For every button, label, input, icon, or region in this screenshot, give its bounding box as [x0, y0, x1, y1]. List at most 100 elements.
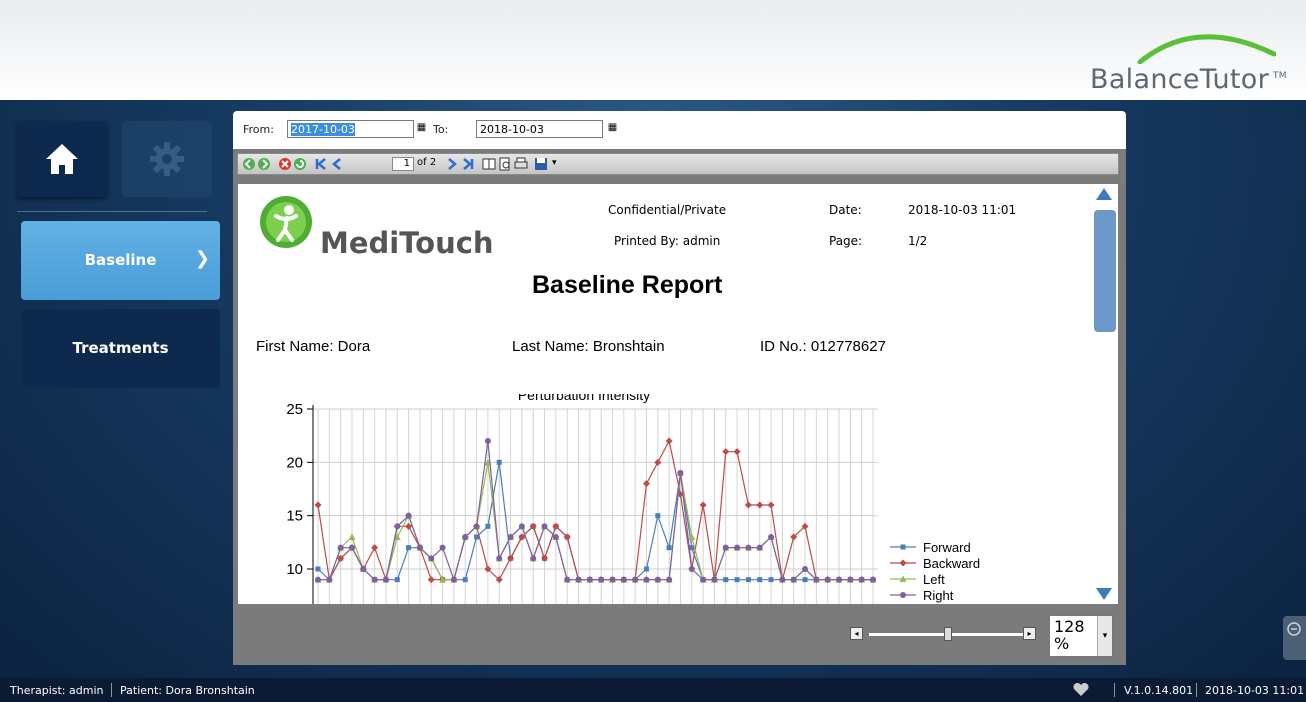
chart-point: [394, 577, 400, 583]
chart-point: [666, 576, 673, 583]
logo-arc-icon: [1137, 34, 1276, 64]
refresh-icon[interactable]: [293, 157, 307, 171]
chart-point: [348, 533, 356, 540]
version-label: V.1.0.14.801: [1124, 684, 1194, 697]
page-label: Page:: [829, 234, 863, 248]
report-scrollbar[interactable]: [1090, 184, 1118, 604]
page-total: of 2: [417, 157, 437, 168]
chart-point: [620, 576, 627, 583]
status-separator: [1196, 683, 1197, 697]
scroll-thumb[interactable]: [1094, 210, 1116, 332]
chart-point: [734, 577, 740, 583]
status-datetime: 2018-10-03 11:01: [1205, 684, 1305, 697]
side-panel-tab[interactable]: [1283, 616, 1306, 660]
print-icon[interactable]: [514, 157, 528, 171]
chart-legend-label: Left: [923, 572, 945, 587]
calendar-icon[interactable]: ▦: [606, 120, 619, 136]
chart-point: [643, 576, 650, 583]
chart-point: [360, 566, 367, 572]
chart-series-line: [317, 462, 873, 581]
sidebar-divider: [17, 211, 207, 212]
chart-point: [371, 576, 378, 583]
status-separator: [1114, 683, 1115, 697]
chart-point: [779, 576, 786, 583]
brand-tm: TM: [1273, 71, 1287, 81]
calendar-icon[interactable]: ▦: [415, 120, 428, 136]
chart-y-tick-label: 15: [286, 508, 303, 525]
chart-point: [699, 501, 707, 509]
zoom-out-button[interactable]: ◂: [850, 627, 863, 640]
home-button[interactable]: [17, 121, 107, 197]
zoom-select[interactable]: 128 % ▾: [1049, 615, 1113, 657]
chart-legend-marker: [900, 592, 906, 598]
to-date-input[interactable]: 2018-10-03: [476, 120, 603, 138]
chart-legend-label: Forward: [923, 540, 971, 555]
page-number-input[interactable]: 1: [392, 157, 414, 171]
chart-point: [870, 576, 876, 583]
chart-point: [541, 523, 548, 530]
zoom-in-button[interactable]: ▸: [1023, 627, 1036, 640]
chart-point: [326, 576, 333, 583]
patient-status: Patient: Dora Bronshtain: [120, 684, 255, 697]
sidebar-item-label: Treatments: [72, 339, 169, 357]
page-layout-icon[interactable]: [482, 157, 496, 171]
settings-button[interactable]: [122, 121, 212, 197]
collapse-icon: [1287, 622, 1301, 636]
chart-point: [744, 501, 752, 509]
header-bar: BalanceTutor TM: [0, 0, 1306, 100]
next-page-icon[interactable]: [445, 157, 459, 171]
chart-point: [315, 566, 321, 572]
chart-point: [371, 544, 379, 552]
chevron-down-icon[interactable]: ▾: [552, 158, 557, 168]
therapist-status: Therapist: admin: [10, 684, 104, 697]
last-page-icon[interactable]: [461, 157, 475, 171]
confidential-label: Confidential/Private: [608, 203, 727, 217]
forward-icon[interactable]: [257, 157, 271, 171]
chart-point: [688, 566, 695, 572]
chart-point: [666, 545, 672, 551]
chart-point: [586, 576, 593, 583]
stop-icon[interactable]: [278, 157, 292, 171]
scroll-up-icon[interactable]: [1096, 188, 1112, 200]
chart-point: [723, 577, 729, 583]
chart-point: [315, 576, 321, 583]
brand-name: BalanceTutor: [1090, 64, 1269, 95]
date-label: Date:: [829, 203, 862, 217]
chart-legend-marker: [900, 544, 906, 550]
report-viewer: 1 of 2 ▾ MediTouch Confidential/Private …: [233, 149, 1126, 665]
to-date-value: 2018-10-03: [480, 123, 544, 136]
chart-point: [677, 470, 684, 476]
brand-logo: BalanceTutor TM: [1090, 64, 1287, 95]
chart-series-line: [318, 462, 873, 581]
chart-point: [609, 576, 616, 583]
save-icon[interactable]: [534, 157, 548, 171]
chart-point: [632, 576, 639, 583]
chart-point: [552, 534, 559, 540]
chart-point: [427, 576, 435, 584]
chevron-down-icon[interactable]: ▾: [1097, 616, 1112, 656]
chart-point: [507, 534, 514, 540]
chart-point: [768, 577, 774, 583]
sidebar-item-treatments[interactable]: Treatments: [21, 309, 220, 388]
chart-point: [858, 576, 865, 583]
chart-point: [745, 577, 751, 583]
chart-legend-marker: [899, 559, 907, 567]
chart-point: [518, 523, 525, 530]
print-preview-icon[interactable]: [498, 157, 512, 171]
prev-page-icon[interactable]: [330, 157, 344, 171]
date-range-bar: From: 2017-10-03 ▦ To: 2018-10-03 ▦: [233, 111, 1126, 149]
from-date-input[interactable]: 2017-10-03: [287, 120, 414, 138]
scroll-down-icon[interactable]: [1096, 588, 1112, 600]
chart-legend-label: Backward: [923, 556, 980, 571]
back-icon[interactable]: [242, 157, 256, 171]
first-page-icon[interactable]: [314, 157, 328, 171]
chart-point: [484, 438, 491, 444]
meditouch-brand: MediTouch: [320, 226, 494, 260]
chart-series-line: [317, 439, 873, 582]
id-number: ID No.: 012778627: [760, 338, 886, 355]
chart-point: [642, 480, 650, 488]
sidebar-item-baseline[interactable]: Baseline ❯: [21, 221, 220, 300]
zoom-slider-handle[interactable]: [944, 627, 952, 641]
first-name: First Name: Dora: [256, 338, 371, 355]
report-panel: From: 2017-10-03 ▦ To: 2018-10-03 ▦ 1 of…: [233, 111, 1126, 665]
